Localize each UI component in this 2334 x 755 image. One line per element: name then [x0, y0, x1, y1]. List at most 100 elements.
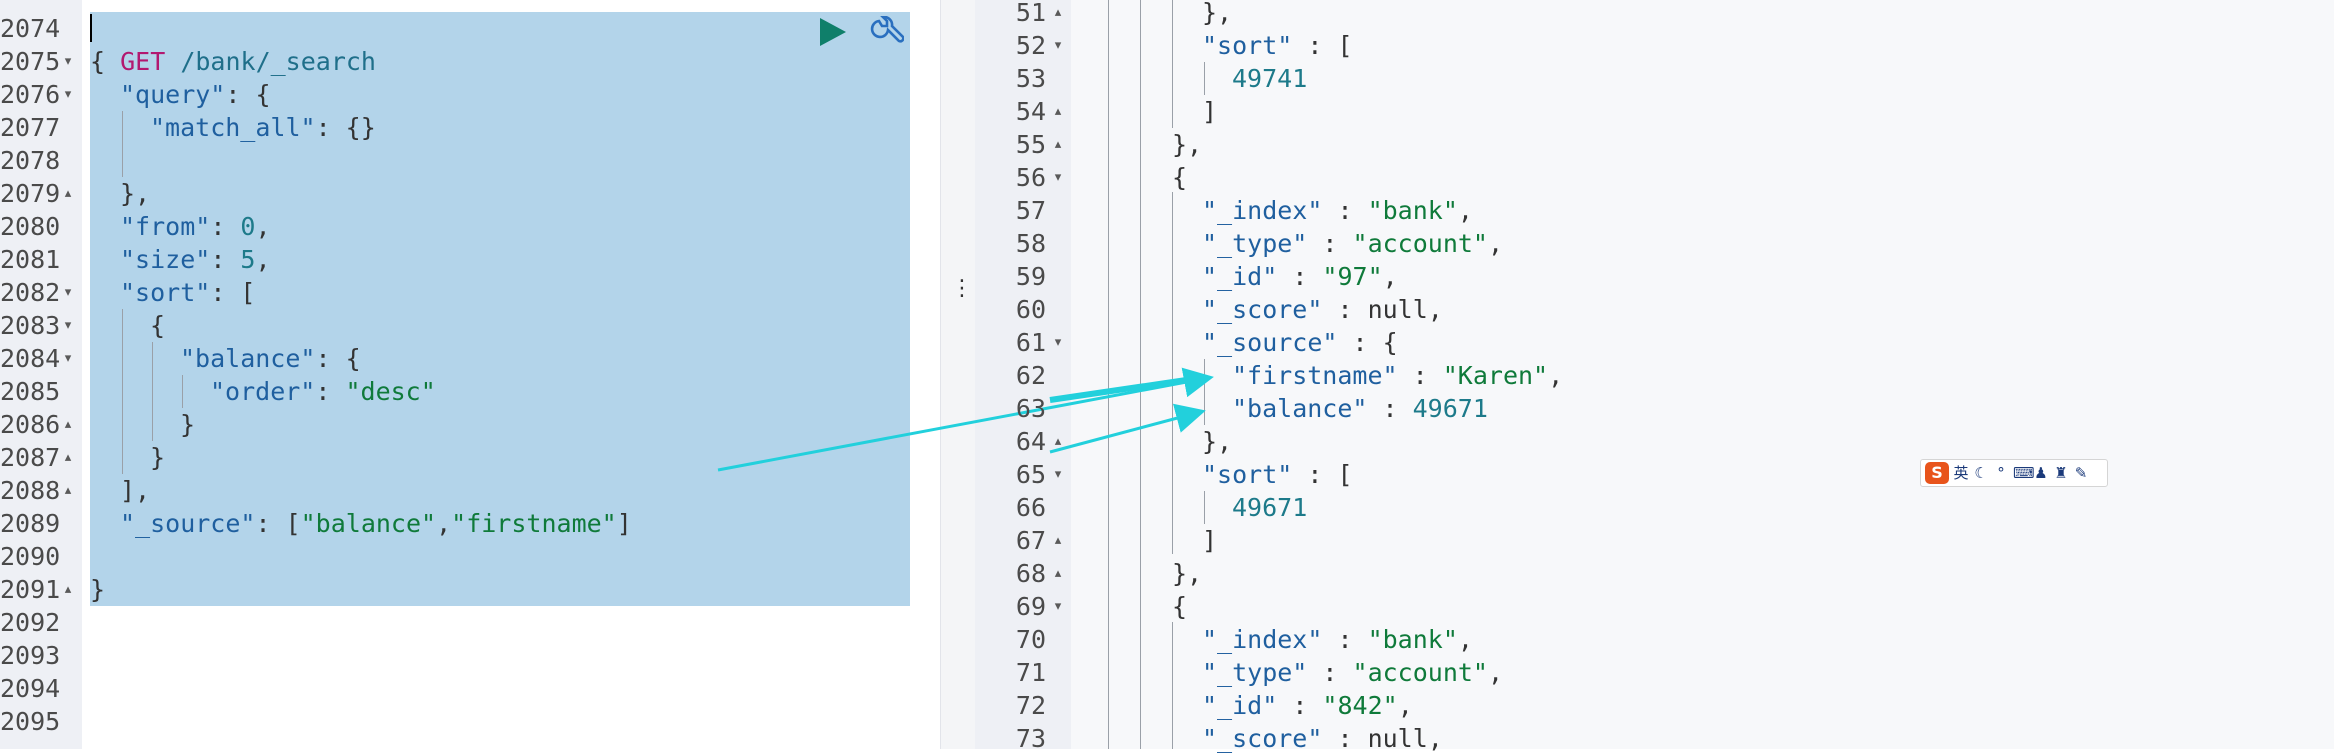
line-number: 60 [1015, 295, 1046, 324]
fold-toggle-icon[interactable]: ▴ [1052, 425, 1064, 458]
fold-toggle-icon [1052, 722, 1064, 755]
line-number: 2090 [0, 542, 61, 571]
fold-toggle-icon [1052, 491, 1064, 524]
line-number: 51 [1015, 0, 1046, 27]
ime-toolbar[interactable]: S 英 ☾ ° ⌨ ♟ ♜ ✎ [1920, 459, 2108, 487]
line-number: 72 [1015, 691, 1046, 720]
arrow-to-firstname [717, 367, 1214, 472]
arrow-shaft-thick [1049, 375, 1201, 403]
fold-toggle-icon[interactable]: ▾ [62, 342, 74, 375]
line-number: 2094 [0, 674, 61, 703]
line-number: 58 [1015, 229, 1046, 258]
line-number: 70 [1015, 625, 1046, 654]
line-number: 2091 [0, 575, 61, 604]
line-number: 59 [1015, 262, 1046, 291]
skin-icon[interactable]: ♜ [2053, 460, 2069, 486]
line-number: 2076 [0, 80, 61, 109]
line-number: 2082 [0, 278, 61, 307]
keyboard-icon[interactable]: ⌨ [2013, 460, 2035, 486]
fold-toggle-icon [62, 375, 74, 408]
line-number: 73 [1015, 724, 1046, 753]
fold-toggle-icon [1052, 392, 1064, 425]
fold-toggle-icon[interactable]: ▴ [1052, 557, 1064, 590]
punctuation-icon[interactable]: ° [1993, 460, 2009, 486]
line-number: 61 [1015, 328, 1046, 357]
line-number: 2083 [0, 311, 61, 340]
fold-toggle-icon[interactable]: ▴ [62, 474, 74, 507]
line-number: 2092 [0, 608, 61, 637]
arrow-to-balance [1049, 403, 1206, 454]
fold-toggle-icon [1052, 359, 1064, 392]
fold-toggle-icon [62, 705, 74, 738]
fold-toggle-icon[interactable]: ▾ [62, 78, 74, 111]
line-number: 67 [1015, 526, 1046, 555]
fold-toggle-icon[interactable]: ▴ [62, 177, 74, 210]
fold-toggle-icon[interactable]: ▾ [62, 276, 74, 309]
fold-toggle-icon [62, 507, 74, 540]
line-number: 2075 [0, 47, 61, 76]
fold-toggle-icon[interactable]: ▴ [1052, 128, 1064, 161]
annotation-arrows [717, 367, 1214, 472]
line-number: 66 [1015, 493, 1046, 522]
line-number: 2078 [0, 146, 61, 175]
line-number: 57 [1015, 196, 1046, 225]
line-number: 62 [1015, 361, 1046, 390]
line-number: 2077 [0, 113, 61, 142]
line-number: 56 [1015, 163, 1046, 192]
fold-toggle-icon[interactable]: ▾ [62, 309, 74, 342]
fold-toggle-icon[interactable]: ▴ [1052, 0, 1064, 29]
moon-icon[interactable]: ☾ [1973, 460, 1989, 486]
fold-toggle-icon[interactable]: ▴ [62, 408, 74, 441]
fold-toggle-icon[interactable]: ▾ [1052, 29, 1064, 62]
ime-logo-icon[interactable]: S [1925, 462, 1949, 484]
fold-toggle-icon [62, 111, 74, 144]
fold-toggle-icon [1052, 656, 1064, 689]
fold-toggle-icon [1052, 260, 1064, 293]
user-icon[interactable]: ♟ [2033, 460, 2049, 486]
line-number: 2095 [0, 707, 61, 736]
fold-toggle-icon[interactable]: ▴ [1052, 95, 1064, 128]
line-number: 71 [1015, 658, 1046, 687]
fold-toggle-icon [1052, 227, 1064, 260]
fold-toggle-icon [62, 144, 74, 177]
line-number: 69 [1015, 592, 1046, 621]
fold-toggle-icon[interactable]: ▾ [1052, 326, 1064, 359]
line-number: 2086 [0, 410, 61, 439]
fold-toggle-icon[interactable]: ▴ [62, 573, 74, 606]
fold-toggle-icon [1052, 194, 1064, 227]
line-number: 2084 [0, 344, 61, 373]
fold-toggle-icon [1052, 623, 1064, 656]
fold-toggle-icon[interactable]: ▾ [1052, 590, 1064, 623]
fold-toggle-icon[interactable]: ▾ [1052, 161, 1064, 194]
line-number: 2093 [0, 641, 61, 670]
fold-toggle-icon[interactable]: ▴ [1052, 524, 1064, 557]
line-number: 53 [1015, 64, 1046, 93]
fold-toggle-icon [62, 639, 74, 672]
fold-toggle-icon [62, 210, 74, 243]
line-number: 55 [1015, 130, 1046, 159]
fold-toggle-icon[interactable]: ▾ [1052, 458, 1064, 491]
fold-toggle-icon [1052, 62, 1064, 95]
wrench-settings-icon[interactable]: ✎ [2073, 460, 2089, 486]
line-number: 2085 [0, 377, 61, 406]
line-number: 52 [1015, 31, 1046, 60]
fold-toggle-icon [62, 672, 74, 705]
line-number: 64 [1015, 427, 1046, 456]
fold-toggle-icon [62, 540, 74, 573]
line-number: 2089 [0, 509, 61, 538]
ime-language-toggle[interactable]: 英 [1953, 460, 1969, 486]
line-number: 68 [1015, 559, 1046, 588]
line-number: 2088 [0, 476, 61, 505]
fold-toggle-icon[interactable]: ▴ [62, 441, 74, 474]
line-number: 54 [1015, 97, 1046, 126]
fold-toggle-icon [1052, 689, 1064, 722]
fold-toggle-icon[interactable]: ▾ [62, 45, 74, 78]
fold-toggle-icon [62, 243, 74, 276]
line-number: 2080 [0, 212, 61, 241]
fold-toggle-icon [1052, 293, 1064, 326]
line-number: 63 [1015, 394, 1046, 423]
line-number: 2074 [0, 14, 61, 43]
line-number: 2079 [0, 179, 61, 208]
line-number: 65 [1015, 460, 1046, 489]
line-number: 2087 [0, 443, 61, 472]
